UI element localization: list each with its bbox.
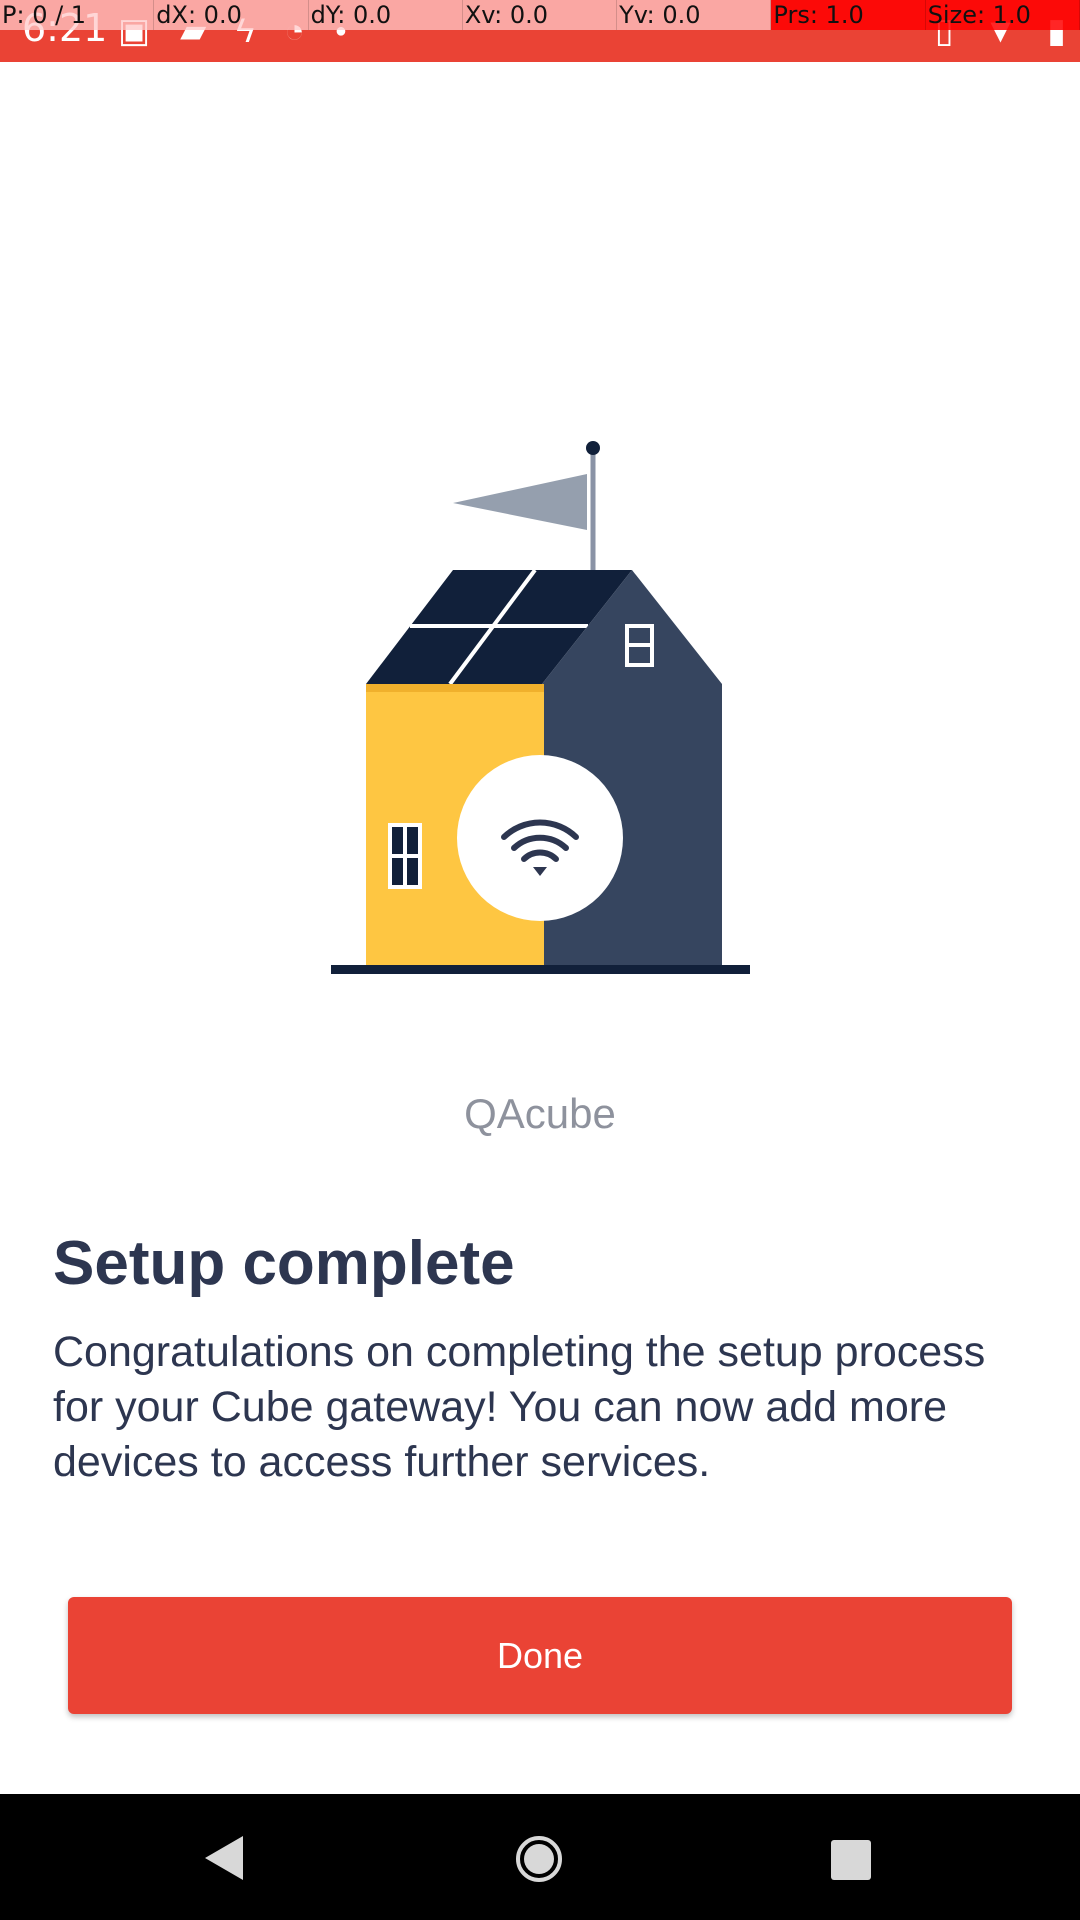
pointer-location-overlay: P: 0 / 1 dX: 0.0 dY: 0.0 Xv: 0.0 Yv: 0.0… [0, 0, 1080, 30]
debug-size: Size: 1.0 [925, 0, 1080, 30]
flag-icon [453, 474, 587, 530]
recents-icon[interactable] [831, 1840, 871, 1885]
debug-pointer: P: 0 / 1 [0, 0, 155, 30]
device-name: QAcube [464, 1090, 616, 1137]
house-illustration [320, 430, 760, 990]
debug-dx: dX: 0.0 [154, 0, 309, 30]
navigation-bar [0, 1794, 1080, 1920]
debug-prs: Prs: 1.0 [771, 0, 926, 30]
home-icon[interactable] [515, 1835, 563, 1888]
debug-xv: Xv: 0.0 [462, 0, 618, 30]
debug-dy: dY: 0.0 [308, 0, 463, 30]
page-title: Setup complete [53, 1229, 515, 1298]
done-button[interactable]: Done [68, 1597, 1012, 1714]
debug-yv: Yv: 0.0 [617, 0, 772, 30]
back-icon[interactable] [205, 1836, 245, 1885]
setup-description: Congratulations on completing the setup … [53, 1328, 986, 1486]
